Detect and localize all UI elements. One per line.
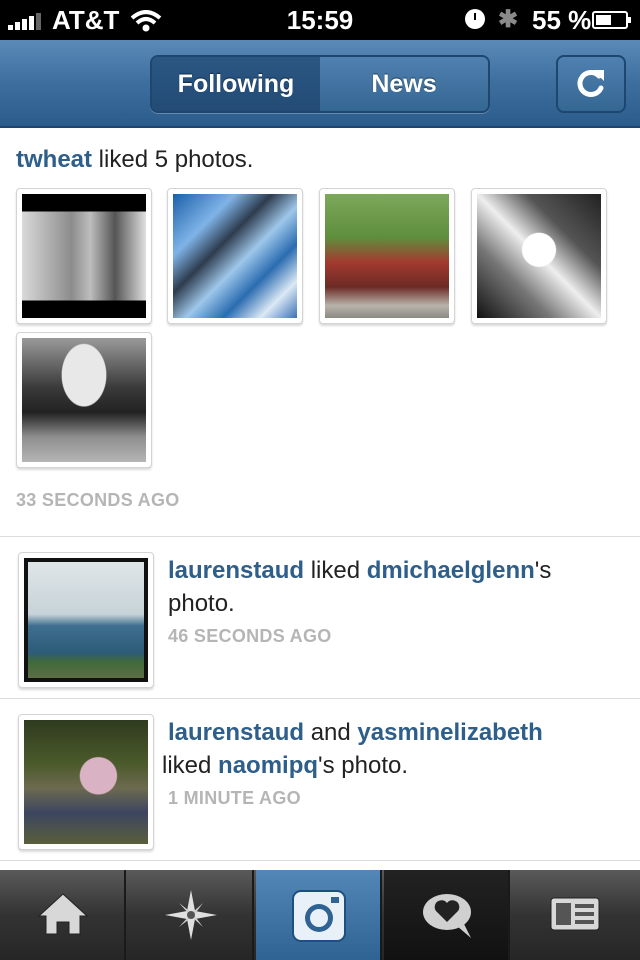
activity-item: laurenstaud and yasminelizabeth liked na… (0, 698, 640, 861)
activity-text: laurenstaud and yasminelizabeth liked na… (162, 716, 618, 782)
profile-card-icon (550, 897, 600, 931)
photo-thumbnail[interactable] (16, 188, 152, 324)
photo-thumbnail[interactable] (18, 552, 154, 688)
activity-text: twheat liked 5 photos. (16, 146, 253, 174)
tab-camera[interactable] (256, 870, 382, 960)
username-link[interactable]: laurenstaud (168, 557, 304, 584)
timestamp: 33 SECONDS AGO (16, 490, 180, 510)
activity-connector: and (304, 719, 358, 746)
tab-profile[interactable] (512, 870, 638, 960)
tab-news-activity[interactable] (384, 870, 510, 960)
tab-home[interactable] (0, 870, 126, 960)
bluetooth-icon: ✱ (498, 6, 519, 33)
activity-group-item: twheat liked 5 photos. 33 SECONDS AGO (0, 128, 640, 537)
activity-connector: liked (162, 752, 219, 779)
photo-thumbnail[interactable] (18, 714, 154, 850)
username-link[interactable]: yasminelizabeth (357, 719, 542, 746)
username-link[interactable]: dmichaelglenn (367, 557, 535, 584)
camera-icon (292, 890, 346, 942)
activity-description: liked 5 photos. (92, 146, 254, 173)
activity-text: laurenstaud liked dmichaelglenn's photo. (168, 554, 618, 620)
battery-icon (592, 11, 631, 29)
navigation-bar: Following News (0, 40, 640, 128)
activity-connector: liked (304, 557, 367, 584)
photo-thumbnail[interactable] (471, 188, 607, 324)
photo-thumbnail[interactable] (319, 188, 455, 324)
refresh-icon (577, 70, 604, 97)
home-icon (37, 893, 89, 935)
photo-thumbnail[interactable] (167, 188, 303, 324)
tab-news[interactable]: News (320, 57, 488, 111)
news-heart-bubble-icon (423, 894, 471, 938)
activity-item: laurenstaud liked dmichaelglenn's photo.… (0, 536, 640, 699)
tab-following[interactable]: Following (152, 57, 321, 111)
status-bar: AT&T 15:59 ✱ 55 % (0, 0, 640, 40)
username-link[interactable]: laurenstaud (168, 719, 304, 746)
username-link[interactable]: twheat (16, 146, 92, 173)
tab-bar (0, 870, 640, 960)
news-feed[interactable]: twheat liked 5 photos. 33 SECONDS AGO la… (0, 128, 640, 870)
tab-explore[interactable] (128, 870, 254, 960)
timestamp: 46 SECONDS AGO (168, 626, 332, 646)
photo-thumbnail[interactable] (16, 332, 152, 468)
battery-percent: 55 % (532, 5, 592, 35)
username-link[interactable]: naomipq (218, 752, 318, 779)
feed-segmented-control: Following News (150, 55, 490, 113)
alarm-clock-icon (465, 9, 485, 29)
explore-star-icon (165, 890, 217, 940)
refresh-button[interactable] (556, 55, 626, 113)
activity-suffix: 's photo. (318, 752, 409, 779)
timestamp: 1 MINUTE AGO (168, 788, 301, 808)
